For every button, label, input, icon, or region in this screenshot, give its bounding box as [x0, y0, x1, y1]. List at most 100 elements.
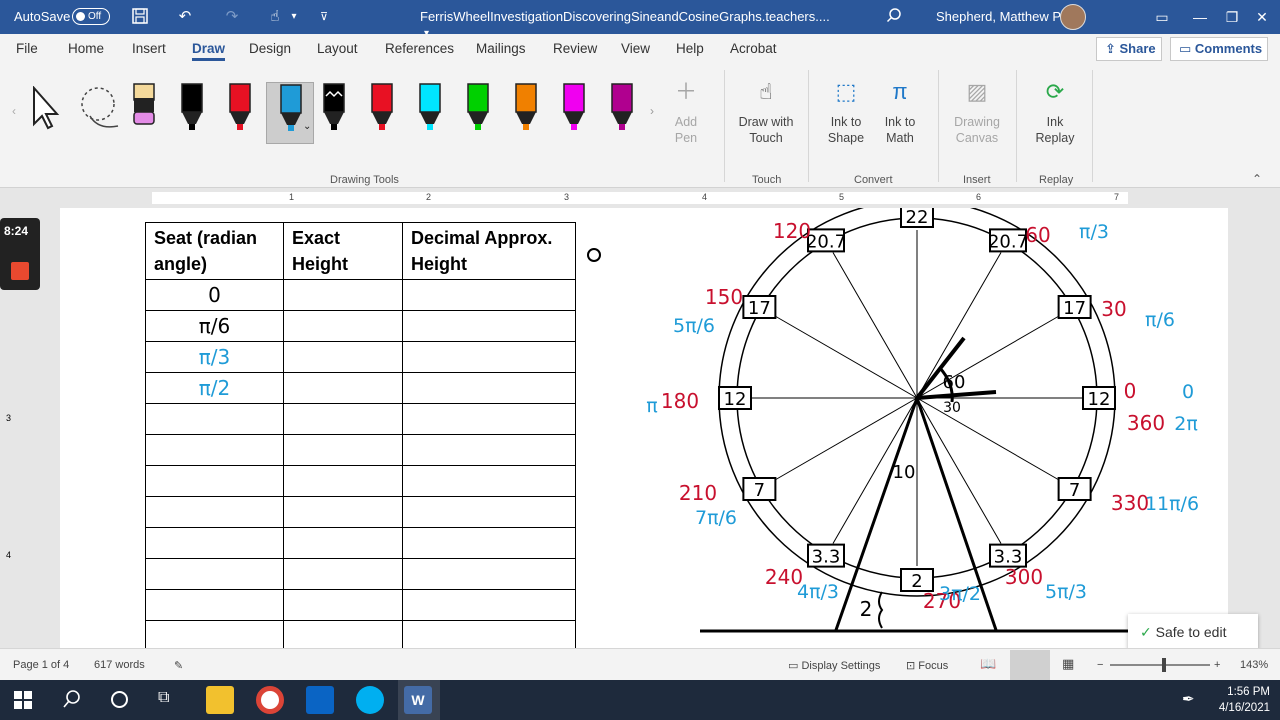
- pen[interactable]: [562, 82, 586, 137]
- table-cell[interactable]: π/3: [145, 341, 284, 373]
- draw-with-touch-button[interactable]: ☝ Draw with Touch: [734, 76, 798, 146]
- table-cell[interactable]: [402, 372, 576, 404]
- customize-qat-icon[interactable]: ⊽: [314, 7, 334, 27]
- tab-file[interactable]: File: [16, 41, 38, 56]
- search-icon[interactable]: [884, 7, 904, 27]
- table-cell[interactable]: [402, 403, 576, 435]
- table-cell[interactable]: [402, 527, 576, 559]
- pen[interactable]: [610, 82, 634, 137]
- zoom-slider[interactable]: [1110, 658, 1210, 672]
- tab-design[interactable]: Design: [249, 41, 291, 56]
- page-count[interactable]: Page 1 of 4: [13, 659, 69, 671]
- word-count[interactable]: 617 words: [94, 659, 145, 671]
- table-cell[interactable]: [145, 558, 284, 590]
- tab-references[interactable]: References: [385, 41, 454, 56]
- cortana-icon[interactable]: [111, 691, 128, 708]
- table-cell[interactable]: 0: [145, 279, 284, 311]
- proofing-icon[interactable]: ✎: [174, 659, 183, 672]
- table-cell[interactable]: [402, 434, 576, 466]
- table-cell[interactable]: [145, 527, 284, 559]
- web-layout-icon[interactable]: ▦: [1062, 656, 1074, 672]
- comments-button[interactable]: ▭ Comments: [1170, 37, 1268, 61]
- scroll-left-icon[interactable]: ‹: [12, 104, 16, 118]
- zoom-out-icon[interactable]: −: [1097, 659, 1103, 671]
- horizontal-ruler[interactable]: 1 2 3 4 5 6 7: [0, 188, 1280, 208]
- file-explorer-icon[interactable]: [206, 686, 234, 714]
- table-cell[interactable]: π/2: [145, 372, 284, 404]
- close-icon[interactable]: ✕: [1250, 5, 1274, 29]
- table-cell[interactable]: [402, 465, 576, 497]
- task-view-icon[interactable]: ⧉: [158, 689, 169, 707]
- outlook-icon[interactable]: [306, 686, 334, 714]
- table-cell[interactable]: [402, 279, 576, 311]
- table-cell[interactable]: [145, 434, 284, 466]
- undo-icon[interactable]: ↶: [175, 7, 195, 27]
- touch-mode-icon[interactable]: ☝: [265, 7, 285, 27]
- avatar[interactable]: [1060, 4, 1086, 30]
- focus-button[interactable]: ⊡ Focus: [906, 659, 948, 672]
- eraser-pen-icon[interactable]: [132, 82, 156, 133]
- table-cell[interactable]: [283, 279, 403, 311]
- table-cell[interactable]: [145, 465, 284, 497]
- tab-draw[interactable]: Draw: [192, 41, 226, 61]
- minimize-icon[interactable]: —: [1188, 5, 1212, 29]
- table-cell[interactable]: [283, 465, 403, 497]
- tab-home[interactable]: Home: [68, 41, 104, 56]
- table-cell[interactable]: [145, 589, 284, 621]
- table-cell[interactable]: [145, 496, 284, 528]
- tab-layout[interactable]: Layout: [317, 41, 358, 56]
- zoom-slider-thumb[interactable]: [1162, 658, 1166, 672]
- table-cell[interactable]: [402, 310, 576, 342]
- document-page[interactable]: Seat (radian angle) Exact Height Decimal…: [60, 208, 1228, 648]
- table-cell[interactable]: [402, 496, 576, 528]
- scroll-right-icon[interactable]: ›: [650, 104, 654, 118]
- collapse-ribbon-icon[interactable]: ⌃: [1252, 172, 1262, 186]
- chevron-down-icon[interactable]: ⌄: [303, 121, 311, 132]
- print-layout-icon[interactable]: [1010, 650, 1050, 680]
- pen[interactable]: [322, 82, 346, 137]
- zoom-level[interactable]: 143%: [1240, 659, 1268, 671]
- pen[interactable]: [370, 82, 394, 137]
- select-tool-icon[interactable]: [30, 85, 62, 135]
- lasso-select-icon[interactable]: [76, 84, 122, 135]
- pen[interactable]: [514, 82, 538, 137]
- stop-recording-icon[interactable]: [11, 262, 29, 280]
- restore-icon[interactable]: ❐: [1220, 5, 1244, 29]
- tab-view[interactable]: View: [621, 41, 650, 56]
- table-cell[interactable]: [402, 558, 576, 590]
- tab-acrobat[interactable]: Acrobat: [730, 41, 777, 56]
- share-button[interactable]: ⇪ Share: [1096, 37, 1162, 61]
- pen-workspace-icon[interactable]: ✒: [1182, 690, 1195, 708]
- skype-icon[interactable]: [356, 686, 384, 714]
- tab-review[interactable]: Review: [553, 41, 597, 56]
- table-cell[interactable]: [145, 620, 284, 648]
- windows-start-icon[interactable]: [14, 691, 32, 714]
- ink-replay-button[interactable]: ⟳ Ink Replay: [1030, 76, 1080, 146]
- pen[interactable]: [466, 82, 490, 137]
- chevron-down-icon[interactable]: ▾: [284, 7, 304, 27]
- tab-mailings[interactable]: Mailings: [476, 41, 526, 56]
- tab-help[interactable]: Help: [676, 41, 704, 56]
- table-cell[interactable]: [283, 496, 403, 528]
- search-icon[interactable]: [62, 689, 82, 714]
- autosave-toggle[interactable]: Off: [72, 8, 110, 25]
- pen[interactable]: [180, 82, 204, 137]
- table-cell[interactable]: π/6: [145, 310, 284, 342]
- table-cell[interactable]: [145, 403, 284, 435]
- pen[interactable]: [228, 82, 252, 137]
- pen-selected[interactable]: ⌄: [266, 82, 314, 144]
- zoom-in-icon[interactable]: +: [1214, 659, 1220, 671]
- save-icon[interactable]: [130, 7, 150, 27]
- taskbar-clock[interactable]: 1:56 PM 4/16/2021: [1210, 684, 1270, 716]
- user-name[interactable]: Shepherd, Matthew P: [936, 9, 1061, 24]
- chrome-icon[interactable]: [256, 686, 284, 714]
- table-cell[interactable]: [402, 620, 576, 648]
- ink-to-math-button[interactable]: π Ink to Math: [878, 76, 922, 146]
- ribbon-display-icon[interactable]: ▭: [1150, 5, 1174, 29]
- table-cell[interactable]: [283, 527, 403, 559]
- table-cell[interactable]: [283, 434, 403, 466]
- ink-to-shape-button[interactable]: ⬚ Ink to Shape: [822, 76, 870, 146]
- read-mode-icon[interactable]: 📖: [980, 656, 996, 672]
- table-cell[interactable]: [283, 341, 403, 373]
- display-settings-button[interactable]: ▭ Display Settings: [788, 659, 880, 672]
